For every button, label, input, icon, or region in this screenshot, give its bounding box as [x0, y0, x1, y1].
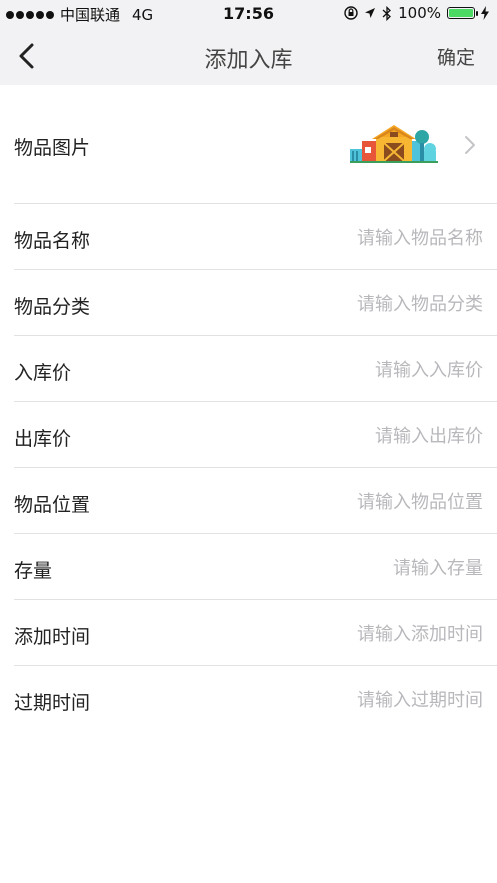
chevron-right-icon — [465, 136, 475, 154]
location-arrow-icon — [365, 8, 376, 18]
form-row-item-category: 物品分类 — [0, 270, 497, 336]
item-name-label: 物品名称 — [14, 230, 91, 252]
added-time-label: 添加时间 — [14, 626, 91, 648]
item-location-label: 物品位置 — [14, 494, 91, 516]
expiry-time-input[interactable] — [223, 686, 483, 714]
stock-out-price-input[interactable] — [223, 422, 483, 450]
form-row-stock-out-price: 出库价 — [0, 402, 497, 468]
barn-icon — [350, 125, 438, 163]
form-row-item-location: 物品位置 — [0, 468, 497, 534]
charging-bolt-icon — [481, 6, 489, 20]
form-row-expiry-time: 过期时间 — [0, 666, 497, 732]
form-row-stock-quantity: 存量 — [0, 534, 497, 600]
item-image-row[interactable]: 物品图片 — [0, 85, 497, 203]
nav-bar: 添加入库 确定 — [0, 28, 497, 85]
form-row-added-time: 添加时间 — [0, 600, 497, 666]
battery-icon — [447, 7, 478, 19]
battery-percent: 100% — [398, 4, 441, 22]
stock-in-price-label: 入库价 — [14, 362, 72, 384]
page-title: 添加入库 — [204, 48, 293, 73]
item-category-input[interactable] — [223, 290, 483, 318]
item-location-input[interactable] — [223, 488, 483, 516]
confirm-button[interactable]: 确定 — [437, 43, 475, 70]
battery-level-fill — [449, 9, 473, 17]
stock-quantity-label: 存量 — [14, 560, 53, 582]
stock-quantity-input[interactable] — [223, 554, 483, 582]
item-category-label: 物品分类 — [14, 296, 91, 318]
expiry-time-label: 过期时间 — [14, 692, 91, 714]
bluetooth-icon — [382, 5, 392, 21]
item-name-input[interactable] — [223, 224, 483, 252]
added-time-input[interactable] — [223, 620, 483, 648]
add-stock-screen: 中国联通 4G 17:56 100% 添加入库 确定 物品图片 物品名称 请输入… — [0, 0, 497, 883]
form-row-item-name: 物品名称 — [0, 204, 497, 270]
stock-in-price-input[interactable] — [223, 356, 483, 384]
status-bar: 中国联通 4G 17:56 100% — [0, 0, 497, 28]
rotation-lock-icon — [344, 6, 358, 20]
item-image-label: 物品图片 — [14, 137, 91, 159]
status-bar-right: 100% — [344, 4, 489, 22]
stock-out-price-label: 出库价 — [14, 428, 72, 450]
form-row-stock-in-price: 入库价 — [0, 336, 497, 402]
